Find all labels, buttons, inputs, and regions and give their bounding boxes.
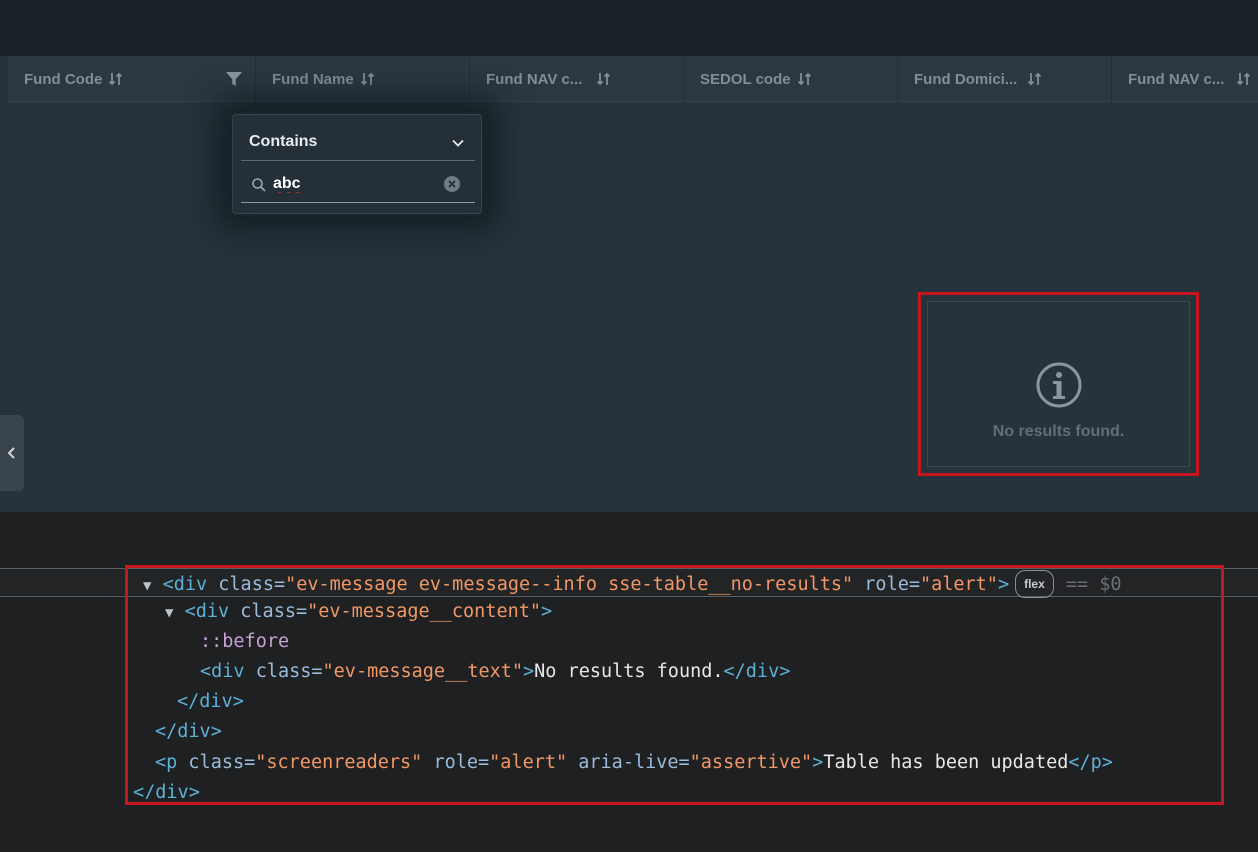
clear-icon[interactable] <box>443 175 461 193</box>
chevron-down-icon <box>452 139 464 147</box>
column-header-fund-code[interactable]: Fund Code <box>8 56 256 102</box>
info-icon <box>1036 362 1081 408</box>
no-results-text: No results found. <box>992 423 1125 440</box>
sort-icon[interactable] <box>1027 71 1043 87</box>
column-header-fund-domicile[interactable]: Fund Domici... <box>898 56 1112 102</box>
sort-icon[interactable] <box>360 71 376 87</box>
sort-icon[interactable] <box>1236 71 1252 87</box>
top-bar <box>0 0 1258 56</box>
column-header-fund-nav-currency[interactable]: Fund NAV c... <box>470 56 684 102</box>
devtools-elements-panel: ▼ <div class="ev-message ev-message--inf… <box>0 512 1258 852</box>
filter-operator-value: Contains <box>249 132 318 150</box>
no-results-highlight: No results found. <box>918 292 1199 476</box>
sort-icon[interactable] <box>797 71 813 87</box>
sort-icon[interactable] <box>596 71 612 87</box>
column-header-label: SEDOL code <box>700 70 791 88</box>
column-filter-popup: Contains <box>232 114 482 214</box>
column-header-label: Fund Name <box>272 70 354 88</box>
column-header-label: Fund Domici... <box>914 70 1018 88</box>
column-header-label: Fund Code <box>24 70 103 88</box>
search-icon <box>252 178 266 192</box>
table-header-row: Fund Code Fund Name Fund NAV c... SEDOL … <box>8 56 1258 102</box>
filter-search-input[interactable] <box>273 174 423 193</box>
column-header-fund-nav-class[interactable]: Fund NAV c... <box>1112 56 1258 102</box>
column-header-fund-name[interactable]: Fund Name <box>256 56 470 102</box>
filter-search-row <box>241 165 475 203</box>
no-results-message: No results found. <box>927 301 1190 467</box>
column-header-sedol-code[interactable]: SEDOL code <box>684 56 898 102</box>
column-header-label: Fund NAV c... <box>486 70 583 88</box>
filter-icon[interactable] <box>225 70 243 88</box>
chevron-left-icon <box>7 447 15 459</box>
devtools-highlight-box <box>125 565 1224 805</box>
collapse-panel-handle[interactable] <box>0 415 24 491</box>
column-header-label: Fund NAV c... <box>1128 70 1225 88</box>
sort-icon[interactable] <box>108 71 124 87</box>
filter-operator-select[interactable]: Contains <box>241 123 475 161</box>
